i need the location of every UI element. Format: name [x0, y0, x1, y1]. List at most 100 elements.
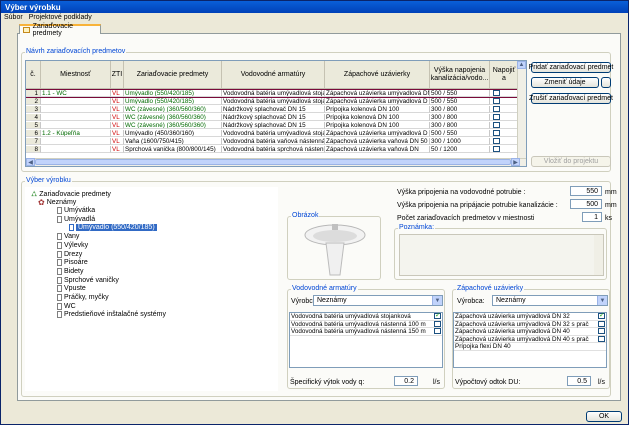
list-item[interactable]: Zápachová uzávierka umývadlová DN 32 s p… [454, 320, 606, 328]
scroll-right-icon[interactable]: ▶ [511, 158, 520, 166]
table-row[interactable]: 8 VL Sprchová vanička (800/800/145) Vodovod… [26, 146, 519, 153]
table-cell-connect[interactable] [490, 114, 519, 121]
table-row[interactable]: 6 1.2 - Kúpeľňa VL Umývadlo (450/360/160) Vo… [26, 130, 519, 137]
traps-flow-input[interactable]: 0.5 [567, 376, 591, 386]
scroll-up-icon[interactable]: ▲ [517, 61, 526, 69]
table-cell-connect[interactable] [490, 146, 519, 153]
list-item[interactable]: Vodovodná batéria umývadlová nástenná 15… [290, 328, 442, 336]
table-cell-h: 500 / 550 [430, 90, 490, 97]
connect-checkbox[interactable] [493, 114, 500, 120]
tree-unknown[interactable]: ✿ Neznámy [38, 198, 76, 207]
table-cell-connect[interactable] [490, 90, 519, 97]
tree-item[interactable]: Sprchové vaničky [57, 276, 119, 284]
checkbox[interactable] [598, 328, 605, 334]
water-height-input[interactable]: 550 [570, 186, 602, 196]
note-textarea[interactable] [399, 234, 604, 276]
connect-checkbox[interactable] [493, 146, 500, 152]
table-row[interactable]: 5 VL WC (závesné) (360/560/360) Nádržkový s… [26, 122, 519, 129]
checkbox[interactable] [598, 320, 605, 327]
tree-item[interactable]: Pisoáre [57, 259, 88, 267]
armatures-flow-input[interactable]: 0.2 [394, 376, 418, 386]
note-scrollbar[interactable] [594, 235, 603, 275]
table-cell-item: WC (závesné) (360/560/360) [124, 122, 222, 129]
connect-checkbox[interactable] [493, 122, 500, 128]
tree-item[interactable]: Vpuste [57, 285, 86, 293]
table-row[interactable]: 3 VL WC (závesné) (360/560/360) Nádržkový s… [26, 106, 519, 113]
list-item[interactable]: Zápachová uzávierka umývadlová DN 40 s p… [454, 335, 606, 343]
document-icon [57, 285, 62, 293]
checkbox[interactable] [598, 335, 605, 342]
menu-file[interactable]: Súbor [1, 13, 26, 22]
table-cell-trap: Zápachová uzávierka umývadlová DN [325, 90, 430, 97]
traps-maker-select[interactable]: Neznámy ▼ [492, 295, 608, 306]
checked-checkbox[interactable] [598, 313, 605, 320]
hscroll-thumb[interactable] [35, 159, 511, 165]
table-vscroll[interactable]: ▲ [517, 61, 526, 160]
traps-list[interactable]: Zápachová uzávierka umývadlová DN 32Zápa… [453, 312, 607, 368]
menu-project-docs[interactable]: Projektové podklady [26, 13, 95, 22]
tree-item[interactable]: Vany [57, 233, 79, 241]
table-hscroll[interactable]: ◀ ▶ [26, 158, 526, 166]
table-cell-connect[interactable] [490, 122, 519, 129]
table-row[interactable]: 7 VL Vaňa (1600/750/415) Vodovodná batéria … [26, 138, 519, 145]
list-item[interactable]: Zápachová uzávierka umývadlová DN 32 [454, 313, 606, 321]
list-item[interactable]: Prípojka flexi DN 40 [454, 343, 606, 351]
col-room[interactable]: Miestnosť [41, 61, 111, 88]
col-fixture[interactable]: Zariaďovacie predmety [124, 61, 222, 88]
manufacturer-icon: ✿ [38, 198, 45, 207]
col-connect[interactable]: Napojiť a [490, 61, 519, 88]
col-zti[interactable]: ZTI [111, 61, 124, 88]
connect-checkbox[interactable] [493, 130, 500, 136]
armatures-maker-select[interactable]: Neznámy ▼ [313, 295, 443, 306]
col-trap[interactable]: Zápachové uzávierky [325, 61, 430, 88]
scroll-left-icon[interactable]: ◀ [26, 158, 35, 166]
tree-item[interactable]: Predstieňové inštalačné systémy [57, 311, 166, 319]
checked-checkbox[interactable] [434, 313, 441, 320]
tab-fixtures[interactable]: Zariaďovacie predmety [19, 23, 101, 37]
tree-item[interactable]: Práčky, myčky [57, 294, 109, 301]
tree-item[interactable]: Bidety [57, 267, 83, 275]
drain-height-input[interactable]: 500 [570, 199, 602, 209]
cancel-fixture-button[interactable]: Zrušiť zariaďovací predmet [529, 93, 613, 104]
connect-checkbox[interactable] [493, 90, 500, 96]
tree-item[interactable]: WC [57, 302, 76, 310]
armatures-list[interactable]: Vodovodná batéria umývadlová stojankováV… [289, 312, 443, 368]
table-cell-connect[interactable] [490, 98, 519, 105]
ok-button[interactable]: OK [586, 411, 622, 422]
table-cell-connect[interactable] [490, 106, 519, 113]
table-row[interactable]: 2 VL Umývadlo (550/420/185) Vodovodná batér… [26, 98, 519, 105]
connect-checkbox[interactable] [493, 106, 500, 112]
fixtures-table[interactable]: č. Miestnosť ZTI Zariaďovacie predmety V… [25, 60, 527, 167]
change-data-button[interactable]: Zmeniť údaje [531, 77, 599, 88]
count-input[interactable]: 1 [582, 212, 602, 222]
table-row[interactable]: 4 VL WC (závesné) (360/560/360) Nádržkový s… [26, 114, 519, 121]
tree-item[interactable]: Umývátka [57, 207, 95, 214]
tree-item[interactable]: Drezy [57, 250, 82, 258]
menu-bar: Súbor Projektové podklady [1, 13, 628, 23]
chevron-down-icon[interactable]: ▼ [597, 296, 607, 305]
tree-item[interactable]: Umývadlo (550/420/185) [69, 224, 157, 232]
list-item[interactable]: Vodovodná batéria umývadlová nástenná 10… [290, 320, 442, 328]
checkbox[interactable] [434, 320, 441, 327]
product-tree[interactable]: ⛼ Zariaďovacie predmety ✿ Neznámy Umývátka… [25, 187, 278, 391]
add-fixture-button[interactable]: Pridať zariaďovací predmet [529, 62, 613, 73]
chevron-down-icon[interactable]: ▼ [432, 296, 442, 305]
connect-checkbox[interactable] [493, 138, 500, 144]
table-cell-connect[interactable] [490, 130, 519, 137]
table-cell-connect[interactable] [490, 138, 519, 145]
table-row[interactable]: 1 1.1 - WC VL Umývadlo (550/420/185) Vodovod… [26, 89, 520, 98]
insert-project-button[interactable]: Vložiť do projektu [531, 156, 611, 167]
list-item[interactable]: Zápachová uzávierka umývadlová DN 40 [454, 328, 606, 336]
col-armature[interactable]: Vodovodné armatúry [222, 61, 325, 88]
checkbox[interactable] [434, 328, 441, 334]
col-height[interactable]: Výška napojenia kanalizácia/vodo... [430, 61, 490, 88]
col-number[interactable]: č. [26, 61, 41, 88]
tree-item[interactable]: Výlevky [57, 241, 88, 249]
table-cell-trap: Zápachová uzávierka umývadlová D [325, 98, 430, 105]
table-cell-room [41, 106, 111, 113]
connect-checkbox[interactable] [493, 98, 500, 104]
tree-item[interactable]: Umývadlá [57, 215, 95, 223]
list-item[interactable]: Vodovodná batéria umývadlová stojanková [290, 313, 442, 321]
document-icon [57, 311, 62, 319]
extra-button[interactable] [601, 77, 611, 88]
